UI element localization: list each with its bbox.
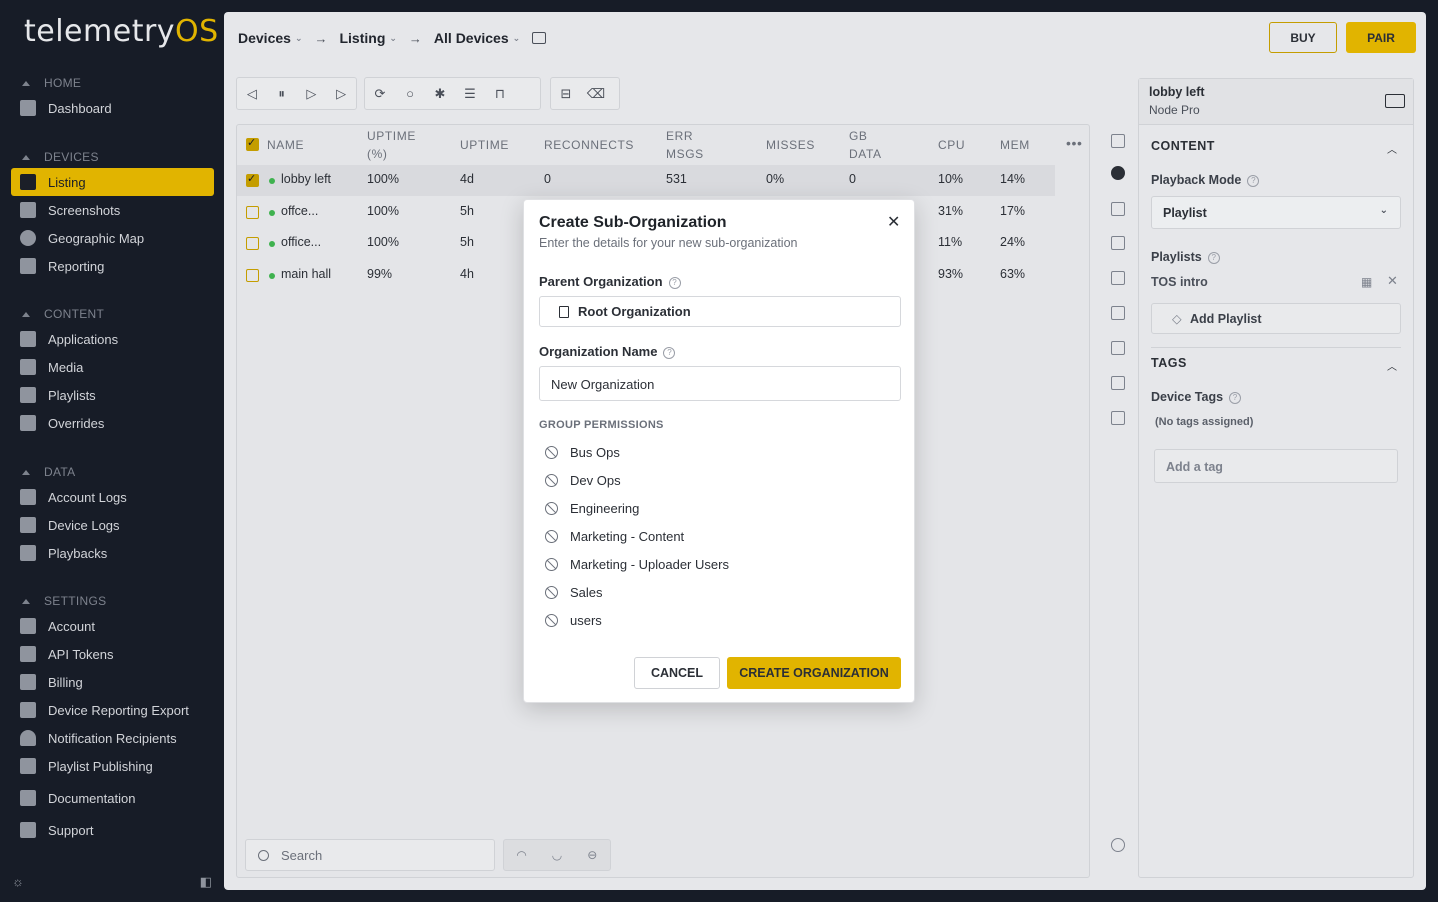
help-icon: ? (668, 276, 681, 289)
organization-name-input[interactable]: New Organization (539, 366, 901, 401)
ban-icon (545, 501, 558, 515)
organization-name-label: Organization Name? (539, 344, 676, 359)
permission-item[interactable]: users (545, 610, 602, 630)
ban-icon (545, 585, 558, 599)
ban-icon (545, 445, 558, 459)
building-icon (559, 306, 569, 318)
permission-item[interactable]: Dev Ops (545, 470, 621, 490)
ban-icon (545, 473, 558, 487)
create-sub-organization-dialog: Create Sub-Organization Enter the detail… (523, 199, 915, 703)
parent-organization-field[interactable]: Root Organization (539, 296, 901, 327)
permission-item[interactable]: Engineering (545, 498, 639, 518)
create-organization-button[interactable]: CREATE ORGANIZATION (727, 657, 901, 689)
dialog-subtitle: Enter the details for your new sub-organ… (539, 236, 798, 250)
permission-item[interactable]: Marketing - Content (545, 526, 684, 546)
ban-icon (545, 613, 558, 627)
help-icon: ? (663, 346, 676, 359)
group-permissions-title: GROUP PERMISSIONS (539, 419, 664, 431)
ban-icon (545, 557, 558, 571)
permission-item[interactable]: Bus Ops (545, 442, 620, 462)
cancel-button[interactable]: CANCEL (634, 657, 720, 689)
ban-icon (545, 529, 558, 543)
permission-item[interactable]: Sales (545, 582, 603, 602)
close-icon[interactable]: ✕ (887, 212, 900, 232)
dialog-title: Create Sub-Organization (539, 214, 727, 231)
parent-organization-label: Parent Organization? (539, 274, 681, 289)
permission-item[interactable]: Marketing - Uploader Users (545, 554, 729, 574)
